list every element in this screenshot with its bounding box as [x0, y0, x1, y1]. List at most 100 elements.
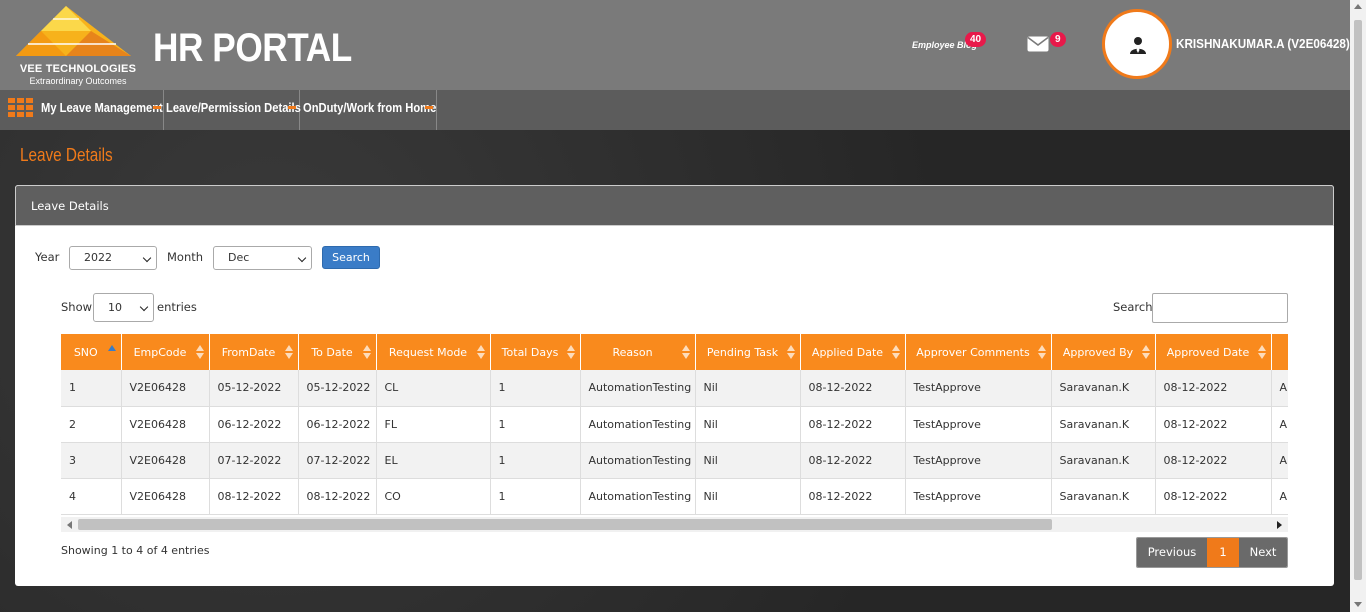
table-cell: CO [376, 478, 491, 515]
table-cell: A [1271, 370, 1288, 407]
table-row[interactable]: 1 V2E06428 05-12-2022 05-12-2022 CL 1 Automati… [61, 370, 1288, 407]
nav-my-leave-management[interactable]: My Leave Management [41, 90, 164, 130]
panel-header: Leave Details [15, 185, 1334, 226]
next-page-button[interactable]: Next [1239, 538, 1287, 567]
column-header-label: To Date [311, 345, 353, 359]
table-cell: Nil [695, 406, 801, 443]
column-header[interactable]: EmpCode [121, 334, 210, 370]
table-cell: 08-12-2022 [800, 478, 906, 515]
panel-title: Leave Details [31, 199, 109, 213]
table-cell: 1 [490, 370, 581, 407]
table-cell: A [1271, 478, 1288, 515]
column-header[interactable]: Request Mode [376, 334, 491, 370]
table-cell: 06-12-2022 [209, 406, 299, 443]
table-cell: 08-12-2022 [800, 442, 906, 479]
table-cell: Saravanan.K [1051, 370, 1156, 407]
column-header[interactable]: Approver Comments [905, 334, 1052, 370]
column-header[interactable]: Approved By [1051, 334, 1156, 370]
scroll-right-icon[interactable] [1277, 521, 1282, 529]
entries-select-value: 10 [108, 301, 122, 314]
scroll-up-icon[interactable] [1354, 4, 1362, 9]
column-header[interactable]: Reason [580, 334, 696, 370]
column-header-label: FromDate [221, 345, 276, 359]
sort-icon [1257, 345, 1266, 359]
entries-label: entries [157, 300, 197, 314]
pyramid-logo-icon [16, 6, 131, 56]
sort-icon [786, 345, 795, 359]
table-cell: 1 [490, 478, 581, 515]
table-row[interactable]: 3 V2E06428 07-12-2022 07-12-2022 EL 1 Automati… [61, 442, 1288, 479]
table-row[interactable]: 4 V2E06428 08-12-2022 08-12-2022 CO 1 Automati… [61, 478, 1288, 515]
table-search-input[interactable] [1152, 293, 1288, 323]
table-cell: V2E06428 [121, 478, 210, 515]
column-header[interactable]: Total Days [490, 334, 581, 370]
year-select[interactable]: 2022 [69, 246, 157, 270]
sort-icon [1037, 345, 1046, 359]
table-cell: EL [376, 442, 491, 479]
column-header-label: Approved By [1062, 345, 1134, 359]
table-row[interactable]: 2 V2E06428 06-12-2022 06-12-2022 FL 1 Automati… [61, 406, 1288, 443]
table-cell: 05-12-2022 [298, 370, 377, 407]
column-header[interactable]: Applied Date [800, 334, 906, 370]
apps-grid-icon[interactable] [8, 98, 34, 118]
table-cell: 08-12-2022 [1155, 478, 1272, 515]
table-cell: 1 [61, 370, 122, 407]
hscrollbar-thumb[interactable] [78, 519, 1052, 530]
dropdown-caret-icon [153, 106, 161, 109]
column-header[interactable]: SNO [61, 334, 122, 370]
table-cell: 08-12-2022 [209, 478, 299, 515]
scroll-left-icon[interactable] [67, 521, 72, 529]
table-cell: Nil [695, 370, 801, 407]
table-cell: V2E06428 [121, 442, 210, 479]
table-cell: 08-12-2022 [800, 370, 906, 407]
table-cell: TestApprove [905, 442, 1052, 479]
entries-select[interactable]: 10 [93, 293, 154, 322]
chevron-down-icon [139, 302, 149, 312]
column-header[interactable]: Approved Date [1155, 334, 1272, 370]
portal-title: HR PORTAL [153, 26, 352, 70]
table-cell: AutomationTesting [580, 478, 696, 515]
column-header[interactable]: A [1271, 334, 1288, 370]
table-cell: V2E06428 [121, 406, 210, 443]
column-header[interactable]: Pending Task [695, 334, 801, 370]
column-header-label: Applied Date [811, 345, 884, 359]
horizontal-scrollbar[interactable] [61, 517, 1288, 532]
table-cell: AutomationTesting [580, 406, 696, 443]
previous-page-button[interactable]: Previous [1137, 538, 1207, 567]
nav-onduty-wfh[interactable]: OnDuty/Work from Home [303, 90, 437, 130]
chevron-down-icon [297, 253, 307, 263]
sort-icon [681, 345, 690, 359]
table-cell: FL [376, 406, 491, 443]
month-select[interactable]: Dec [213, 246, 312, 270]
dropdown-caret-icon [425, 106, 433, 109]
table-search-label: Search: [1113, 300, 1157, 314]
page-1-button[interactable]: 1 [1207, 538, 1239, 567]
year-label: Year [35, 250, 60, 264]
page-title: Leave Details [20, 145, 113, 165]
column-header-label: Total Days [501, 345, 559, 359]
user-menu[interactable]: KRISHNAKUMAR.A (V2E06428) ▾ [1176, 36, 1359, 52]
table-cell: 08-12-2022 [1155, 442, 1272, 479]
table-cell: 07-12-2022 [209, 442, 299, 479]
table-cell: 1 [490, 442, 581, 479]
scroll-down-icon[interactable] [1354, 602, 1362, 607]
table-cell: AutomationTesting [580, 370, 696, 407]
leave-details-panel: Leave Details Year 2022 Month Dec Search… [15, 185, 1334, 586]
table-cell: A [1271, 442, 1288, 479]
year-select-value: 2022 [84, 251, 112, 264]
table-cell: 06-12-2022 [298, 406, 377, 443]
search-button[interactable]: Search [322, 246, 380, 269]
scrollbar-thumb[interactable] [1354, 20, 1362, 580]
nav-leave-permission-details[interactable]: Leave/Permission Details [166, 90, 301, 130]
company-logo[interactable]: VEE TECHNOLOGIES Extraordinary Outcomes [6, 6, 146, 86]
table-cell: Saravanan.K [1051, 478, 1156, 515]
sort-ascending-icon [107, 345, 116, 351]
table-cell: 3 [61, 442, 122, 479]
sort-icon [566, 345, 575, 359]
month-label: Month [167, 250, 204, 264]
column-header[interactable]: FromDate [209, 334, 299, 370]
vertical-scrollbar[interactable] [1350, 0, 1366, 612]
column-header[interactable]: To Date [298, 334, 377, 370]
mail-icon[interactable] [1027, 36, 1049, 52]
user-avatar[interactable] [1102, 9, 1172, 79]
